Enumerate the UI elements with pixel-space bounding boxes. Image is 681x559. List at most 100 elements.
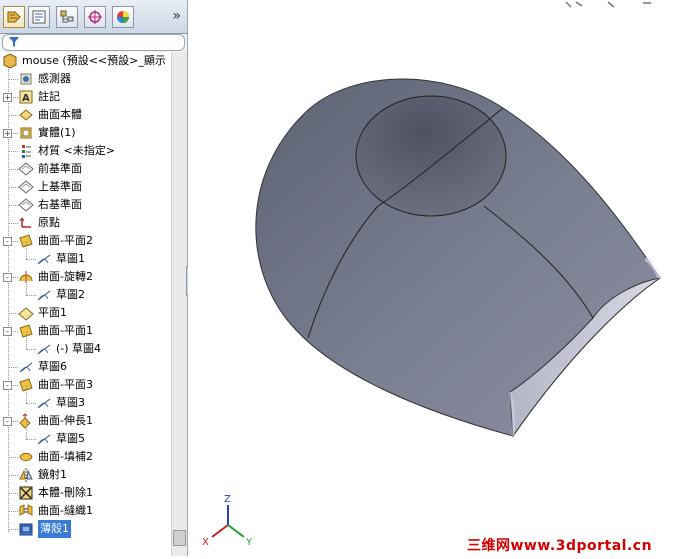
tree-item-label: 曲面本體 (38, 108, 82, 121)
tree-item-label: (-) 草圖4 (56, 342, 102, 355)
plane-icon (18, 179, 34, 195)
tree-item[interactable]: 草圖5 (0, 421, 171, 448)
tree-scrollbar[interactable] (171, 52, 187, 556)
graphics-area[interactable]: Z X Y (188, 0, 681, 556)
display-manager-tab-icon (117, 11, 129, 23)
tree-item-label: 曲面-平面1 (38, 324, 93, 337)
fill-surface-icon (18, 449, 34, 465)
axis-y-label: Y (245, 537, 253, 548)
mouse-model-view: Z X Y (202, 1, 663, 548)
tree-item[interactable]: 鏡射1 (0, 466, 171, 484)
dimxpert-manager-tab[interactable] (84, 6, 106, 28)
tree-item[interactable]: 平面1 (0, 304, 171, 322)
sketch-icon (36, 341, 52, 357)
tree-item-label: 曲面-伸長1 (38, 414, 93, 427)
tree-item[interactable]: 草圖1 (0, 241, 171, 268)
tree-item-label: 薄殼1 (38, 520, 71, 538)
tree-item[interactable]: + A 註記 (0, 88, 171, 106)
collapse-icon[interactable]: - (3, 237, 12, 246)
axis-z-label: Z (224, 494, 231, 505)
mouse-top-circle (355, 95, 507, 217)
knit-surface-icon (18, 503, 34, 519)
dimxpert-manager-tab-icon (88, 10, 102, 24)
configuration-manager-tab-icon (60, 10, 74, 23)
tree-item[interactable]: 上基準面 (0, 178, 171, 196)
tree-item[interactable]: 曲面-縫織1 (0, 502, 171, 520)
svg-text:A: A (22, 93, 30, 104)
tree-item[interactable]: 材質 <未指定> (0, 142, 171, 160)
origin-icon (18, 215, 34, 231)
tree-item-label: 上基準面 (38, 180, 82, 193)
tree-item[interactable]: 本體-刪除1 (0, 484, 171, 502)
tree-item-label: 前基準面 (38, 162, 82, 175)
collapse-icon[interactable]: - (3, 381, 12, 390)
tree-item[interactable]: 草圖3 (0, 385, 171, 412)
tree-item[interactable]: 感測器 (0, 70, 171, 88)
filter-icon (8, 36, 20, 51)
material-icon (18, 143, 34, 159)
tree-item-label: 註記 (38, 90, 60, 103)
more-tabs-button[interactable]: » (172, 8, 181, 24)
tree-item-label: 感測器 (38, 72, 71, 85)
collapse-icon[interactable]: - (3, 273, 12, 282)
solid-body-icon (18, 125, 34, 141)
tree-item-label: 曲面-旋轉2 (38, 270, 93, 283)
tree-item[interactable]: 草圖6 (0, 358, 171, 376)
tree-item-label: 原點 (38, 216, 60, 229)
tree-item-label: 材質 <未指定> (38, 144, 115, 157)
part-icon (2, 53, 18, 69)
sketch-icon (36, 251, 52, 267)
tree-item-label: 本體-刪除1 (38, 486, 93, 499)
tree-item[interactable]: 曲面-填補2 (0, 448, 171, 466)
tree-item-label: 曲面-填補2 (38, 450, 93, 463)
tree-item[interactable]: 薄殼1 (0, 520, 171, 538)
tree-item-label: 平面1 (38, 306, 67, 319)
tree-item[interactable]: mouse (預設<<預設>_顯示 (0, 52, 171, 70)
mirror-icon (18, 467, 34, 483)
tree-item-label: 草圖5 (56, 432, 85, 445)
tree-item-label: 草圖2 (56, 288, 85, 301)
sketch-icon (18, 359, 34, 375)
delete-body-icon (18, 485, 34, 501)
tree-item[interactable]: + 實體(1) (0, 124, 171, 142)
tree-item[interactable]: (-) 草圖4 (0, 331, 171, 358)
tree-item[interactable]: 曲面本體 (0, 106, 171, 124)
tree-item[interactable]: 前基準面 (0, 160, 171, 178)
tree-item-label: 實體(1) (38, 126, 76, 139)
manager-tab-bar: » (0, 0, 187, 34)
expand-icon[interactable]: + (3, 93, 12, 102)
feature-tree: mouse (預設<<預設>_顯示感測器 + A 註記曲面本體 + 實體(1) 材質 <未指… (0, 52, 171, 556)
scrollbar-thumb[interactable] (173, 530, 186, 546)
sketch-icon (36, 287, 52, 303)
shell-icon (18, 521, 34, 537)
collapse-icon[interactable]: - (3, 417, 12, 426)
sensor-icon (18, 71, 34, 87)
tree-item-label: 草圖6 (38, 360, 67, 373)
property-manager-tab[interactable] (28, 6, 50, 28)
plane1-icon (18, 305, 34, 321)
configuration-manager-tab[interactable] (56, 6, 78, 28)
property-manager-tab-icon (32, 10, 46, 24)
tree-item[interactable]: 原點 (0, 214, 171, 232)
tree-item[interactable]: 右基準面 (0, 196, 171, 214)
tree-item-label: 鏡射1 (38, 468, 67, 481)
feature-manager-tab[interactable] (3, 6, 25, 28)
view-toolbar-glyphs (565, 1, 651, 8)
sketch-icon (36, 431, 52, 447)
tree-item-label: 右基準面 (38, 198, 82, 211)
tree-item[interactable]: 草圖2 (0, 277, 171, 304)
feature-manager-tab-icon (7, 11, 21, 23)
annotation-icon: A (18, 89, 34, 105)
collapse-icon[interactable]: - (3, 327, 12, 336)
display-manager-tab[interactable] (112, 6, 134, 28)
axis-triad: Z X Y (202, 494, 253, 548)
sketch-icon (36, 395, 52, 411)
plane-icon (18, 197, 34, 213)
expand-icon[interactable]: + (3, 129, 12, 138)
tree-filter-input[interactable] (2, 34, 185, 51)
tree-item-label: 曲面-平面2 (38, 234, 93, 247)
site-watermark: 三维网www.3dportal.cn (467, 538, 653, 554)
tree-item-label: 草圖1 (56, 252, 85, 265)
surface-body-icon (18, 107, 34, 123)
plane-icon (18, 161, 34, 177)
